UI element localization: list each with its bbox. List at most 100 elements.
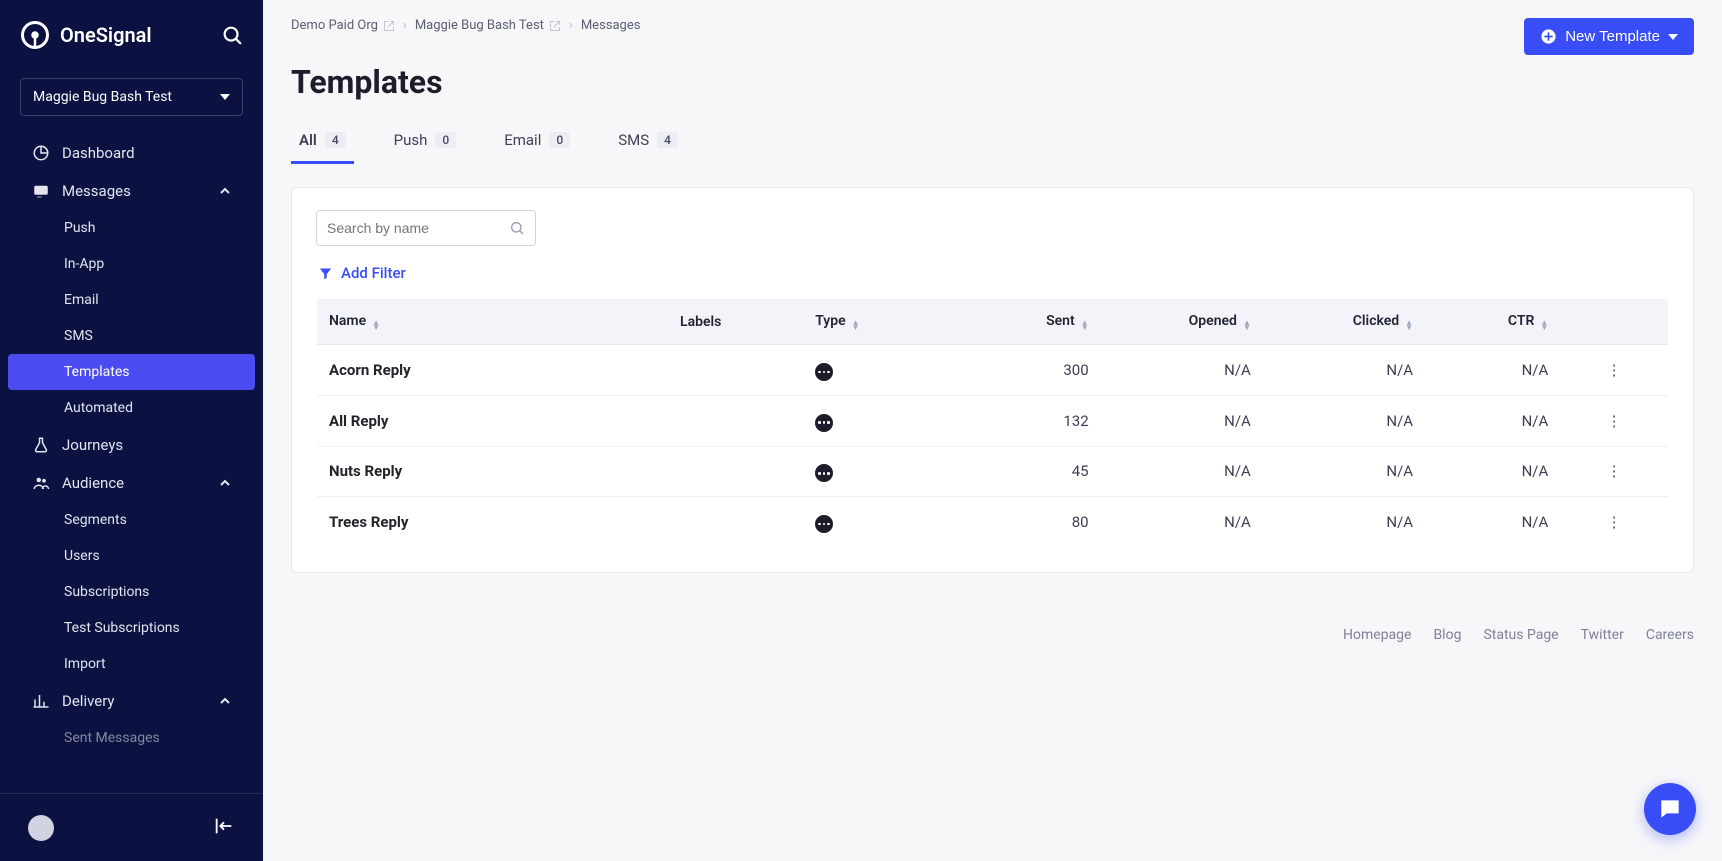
breadcrumb-app[interactable]: Maggie Bug Bash Test	[415, 18, 561, 33]
th-clicked-label: Clicked	[1353, 313, 1399, 329]
sort-icon: ▲▼	[1540, 320, 1548, 330]
nav-dashboard[interactable]: Dashboard	[8, 134, 255, 172]
sidebar-footer	[0, 793, 263, 861]
search-wrap[interactable]	[316, 210, 536, 246]
footer-twitter[interactable]: Twitter	[1581, 627, 1624, 643]
nav-sent-label: Sent Messages	[64, 730, 160, 746]
card-toolbar: Add Filter	[316, 210, 1669, 286]
nav-audience-segments[interactable]: Segments	[8, 502, 255, 538]
cell-type	[803, 497, 938, 548]
search-input[interactable]	[327, 220, 509, 236]
nav-audience-subscriptions[interactable]: Subscriptions	[8, 574, 255, 610]
nav-messages-sms[interactable]: SMS	[8, 318, 255, 354]
nav-sms-label: SMS	[64, 328, 93, 344]
tab-push-label: Push	[394, 131, 428, 149]
cell-clicked: N/A	[1263, 497, 1425, 548]
add-filter-label: Add Filter	[341, 264, 406, 282]
th-labels[interactable]: Labels	[668, 299, 803, 345]
cell-sent: 132	[938, 395, 1100, 446]
cell-sent: 300	[938, 345, 1100, 396]
nav-messages-inapp[interactable]: In-App	[8, 246, 255, 282]
footer-homepage[interactable]: Homepage	[1343, 627, 1411, 643]
table-row[interactable]: Trees Reply80N/AN/AN/A⋮	[317, 497, 1669, 548]
row-menu-button[interactable]: ⋮	[1560, 446, 1668, 497]
nav-journeys[interactable]: Journeys	[8, 426, 255, 464]
footer-careers[interactable]: Careers	[1646, 627, 1694, 643]
chart-icon	[32, 692, 50, 710]
nav-audience[interactable]: Audience	[8, 464, 255, 502]
nav-messages-templates[interactable]: Templates	[8, 354, 255, 390]
tab-sms[interactable]: SMS 4	[610, 119, 686, 164]
onesignal-logo-icon	[20, 20, 50, 50]
th-opened[interactable]: Opened▲▼	[1101, 299, 1263, 345]
filter-icon	[318, 266, 333, 281]
nav-messages[interactable]: Messages	[8, 172, 255, 210]
th-ctr-label: CTR	[1508, 313, 1534, 329]
breadcrumb-section-label: Messages	[581, 18, 641, 33]
messages-icon	[32, 182, 50, 200]
nav-messages-email[interactable]: Email	[8, 282, 255, 318]
cell-opened: N/A	[1101, 395, 1263, 446]
gauge-icon	[32, 144, 50, 162]
cell-name: All Reply	[317, 395, 669, 446]
nav-audience-testsubs[interactable]: Test Subscriptions	[8, 610, 255, 646]
cell-labels	[668, 497, 803, 548]
tab-email[interactable]: Email 0	[496, 119, 578, 164]
th-ctr[interactable]: CTR ▲▼	[1425, 299, 1560, 345]
new-template-button[interactable]: New Template	[1524, 18, 1694, 55]
row-menu-button[interactable]: ⋮	[1560, 395, 1668, 446]
tab-sms-count: 4	[657, 132, 678, 148]
user-avatar[interactable]	[28, 815, 54, 841]
nav-delivery-sent[interactable]: Sent Messages	[8, 720, 255, 756]
table-row[interactable]: Nuts Reply45N/AN/AN/A⋮	[317, 446, 1669, 497]
tab-email-count: 0	[549, 132, 570, 148]
table-row[interactable]: All Reply132N/AN/AN/A⋮	[317, 395, 1669, 446]
app-selector[interactable]: Maggie Bug Bash Test	[20, 78, 243, 116]
add-filter-button[interactable]: Add Filter	[316, 260, 408, 286]
cell-name: Trees Reply	[317, 497, 669, 548]
users-icon	[32, 474, 50, 492]
nav-delivery[interactable]: Delivery	[8, 682, 255, 720]
th-type[interactable]: Type▲▼	[803, 299, 938, 345]
tab-push[interactable]: Push 0	[386, 119, 465, 164]
footer-links: Homepage Blog Status Page Twitter Career…	[263, 595, 1722, 675]
th-sent[interactable]: Sent▲▼	[938, 299, 1100, 345]
cell-type	[803, 446, 938, 497]
cell-clicked: N/A	[1263, 345, 1425, 396]
brand-logo[interactable]: OneSignal	[20, 20, 209, 50]
nav-audience-label: Audience	[62, 474, 124, 492]
cell-labels	[668, 446, 803, 497]
footer-status[interactable]: Status Page	[1483, 627, 1558, 643]
external-link-icon	[549, 20, 561, 32]
cell-clicked: N/A	[1263, 395, 1425, 446]
footer-blog[interactable]: Blog	[1433, 627, 1461, 643]
templates-card: Add Filter Name▲▼ Labels Type▲▼ Sent▲▼ O…	[291, 187, 1694, 573]
table-row[interactable]: Acorn Reply300N/AN/AN/A⋮	[317, 345, 1669, 396]
cell-name: Nuts Reply	[317, 446, 669, 497]
top-bar: Demo Paid Org › Maggie Bug Bash Test › M…	[263, 0, 1722, 55]
app-selector-label: Maggie Bug Bash Test	[33, 89, 172, 105]
nav-audience-users[interactable]: Users	[8, 538, 255, 574]
nav-import-label: Import	[64, 656, 106, 672]
tab-all[interactable]: All 4	[291, 119, 354, 164]
nav-messages-push[interactable]: Push	[8, 210, 255, 246]
chat-fab[interactable]	[1644, 783, 1696, 835]
nav-audience-import[interactable]: Import	[8, 646, 255, 682]
th-labels-label: Labels	[680, 314, 721, 330]
row-menu-button[interactable]: ⋮	[1560, 497, 1668, 548]
cell-clicked: N/A	[1263, 446, 1425, 497]
nav-messages-automated[interactable]: Automated	[8, 390, 255, 426]
th-clicked[interactable]: Clicked▲▼	[1263, 299, 1425, 345]
nav-messages-label: Messages	[62, 182, 131, 200]
sidebar-search-button[interactable]	[221, 24, 243, 46]
th-name[interactable]: Name▲▼	[317, 299, 669, 345]
nav-journeys-label: Journeys	[62, 436, 123, 454]
breadcrumb-section[interactable]: Messages	[581, 18, 641, 33]
caret-down-icon	[220, 92, 230, 102]
nav-dashboard-label: Dashboard	[62, 144, 135, 162]
row-menu-button[interactable]: ⋮	[1560, 345, 1668, 396]
sort-icon: ▲▼	[1081, 320, 1089, 330]
collapse-sidebar-button[interactable]	[213, 815, 235, 841]
breadcrumb-org[interactable]: Demo Paid Org	[291, 18, 395, 33]
nav-push-label: Push	[64, 220, 96, 236]
